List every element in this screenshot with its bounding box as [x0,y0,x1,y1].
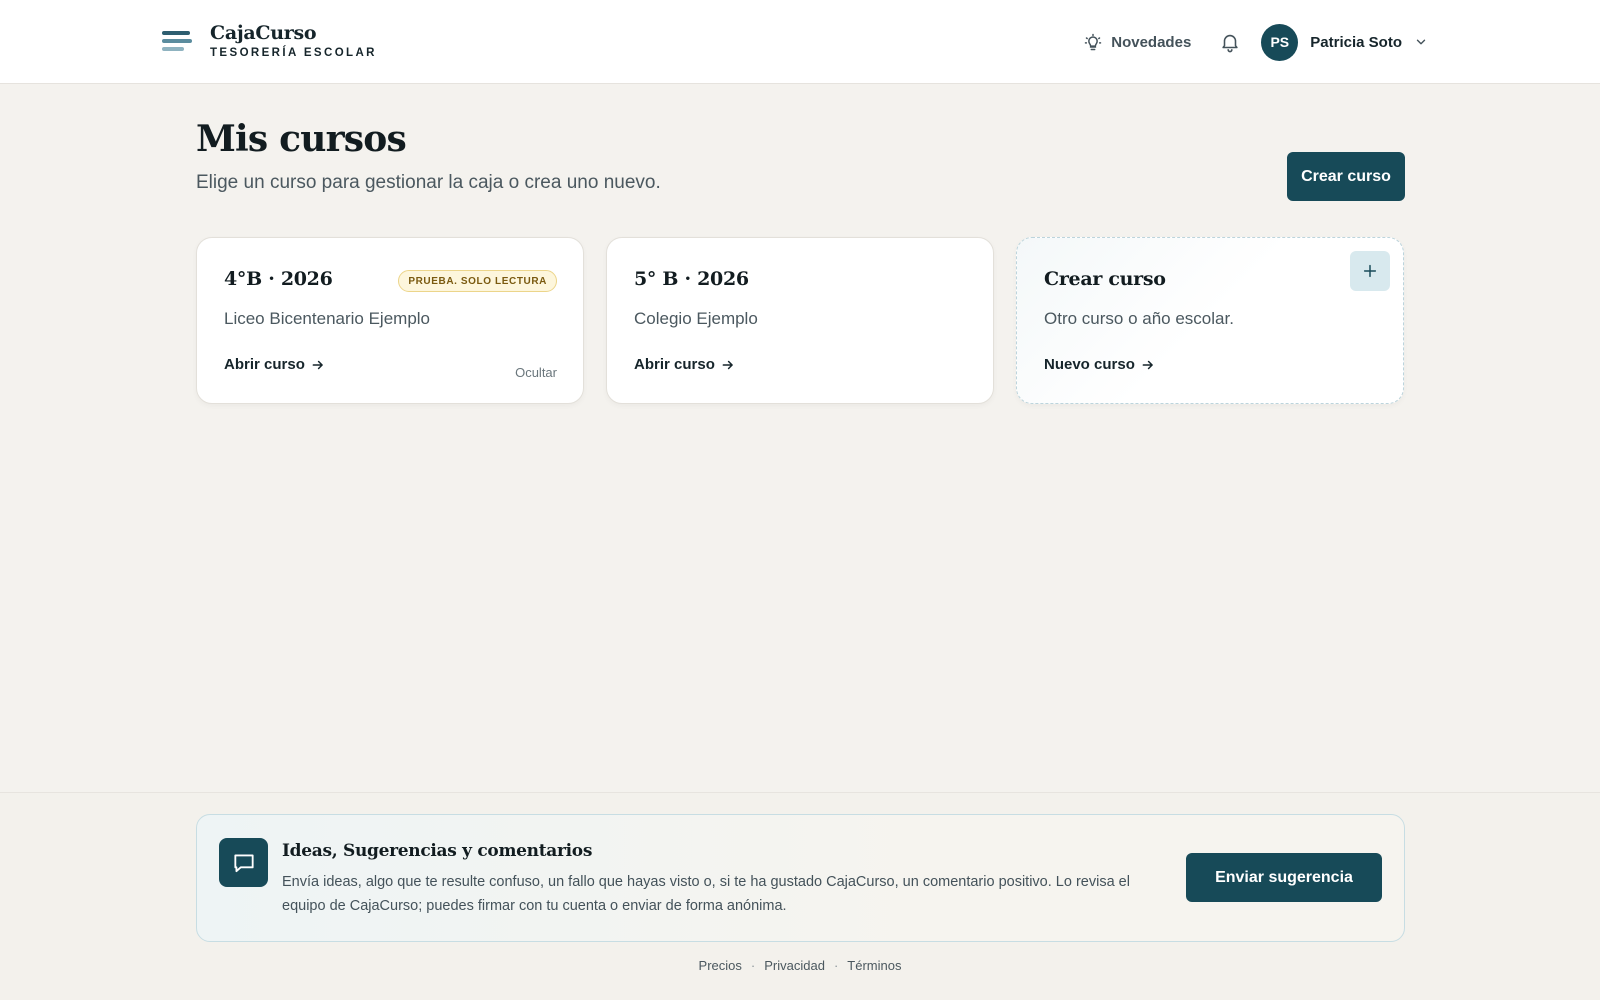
footer-link-precios[interactable]: Precios [699,958,742,973]
course-title: 4°B · 2026 [224,268,333,290]
course-school: Colegio Ejemplo [634,309,758,328]
bell-icon [1222,34,1238,53]
course-school: Liceo Bicentenario Ejemplo [224,309,431,328]
feedback-text: Envía ideas, algo que te resulte confuso… [282,874,1130,914]
course-card: 5° B · 2026 Colegio Ejemplo Abrir curso [606,237,994,404]
add-course-button[interactable] [1350,251,1390,291]
user-menu-toggle[interactable] [1414,35,1428,49]
page-subtitle: Elige un curso para gestionar la caja o … [196,172,661,193]
footer-links: Precios · Privacidad · Términos [0,958,1600,973]
open-course-link[interactable]: Abrir curso [634,356,735,373]
top-header: CajaCurso TESORERÍA ESCOLAR Novedades PS… [0,0,1600,84]
plus-icon [1363,264,1377,278]
brand-name: CajaCurso [210,22,317,44]
new-course-link[interactable]: Nuevo curso [1044,356,1155,373]
lightbulb-icon [1085,33,1102,51]
open-course-link[interactable]: Abrir curso [224,356,325,373]
avatar[interactable]: PS [1261,23,1299,61]
course-card: 4°B · 2026 PRUEBA. SOLO LECTURA Liceo Bi… [196,237,584,404]
feedback-panel: Ideas, Sugerencias y comentarios Envía i… [196,814,1405,942]
notifications-button[interactable] [1219,31,1241,53]
create-course-button[interactable]: Crear curso [1287,152,1405,201]
footer-link-terminos[interactable]: Términos [847,958,901,973]
arrow-right-icon [722,360,733,369]
arrow-right-icon [312,360,323,369]
chat-bubble-icon [219,838,268,887]
page-title: Mis cursos [196,118,407,160]
send-suggestion-button[interactable]: Enviar sugerencia [1186,853,1382,902]
brand-text: CajaCurso TESORERÍA ESCOLAR [210,22,377,59]
create-card-title: Crear curso [1044,268,1166,290]
open-course-label: Abrir curso [634,356,715,373]
footer-link-privacidad[interactable]: Privacidad [764,958,825,973]
novedades-label: Novedades [1111,33,1192,51]
footer-separator: · [833,958,839,973]
footer-separator: · [750,958,756,973]
create-course-card[interactable]: Crear curso Otro curso o año escolar. Nu… [1016,237,1404,404]
course-title: 5° B · 2026 [634,268,749,290]
new-course-label: Nuevo curso [1044,356,1135,373]
menu-lines-icon [162,29,192,53]
chevron-down-icon [1416,39,1426,45]
user-name[interactable]: Patricia Soto [1310,34,1402,51]
novedades-button[interactable]: Novedades [1083,32,1191,52]
create-card-desc: Otro curso o año escolar. [1044,309,1234,328]
hide-course-link[interactable]: Ocultar [515,365,557,380]
status-badge: PRUEBA. SOLO LECTURA [398,270,557,292]
arrow-right-icon [1142,360,1153,369]
header-actions: Novedades PS Patricia Soto [1083,22,1428,62]
brand-subtitle: TESORERÍA ESCOLAR [210,47,377,59]
brand-logo[interactable]: CajaCurso TESORERÍA ESCOLAR [162,22,377,59]
open-course-label: Abrir curso [224,356,305,373]
feedback-title: Ideas, Sugerencias y comentarios [282,841,593,861]
